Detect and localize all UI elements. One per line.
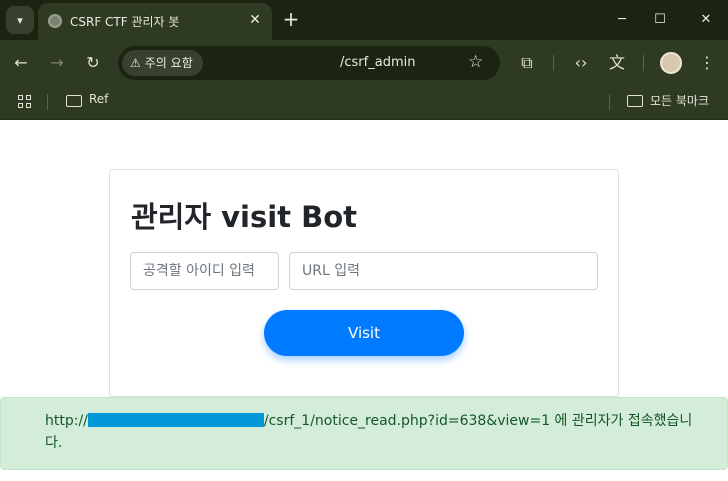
maximize-icon[interactable]: ☐ (648, 8, 672, 32)
more-menu-icon[interactable]: ⋮ (696, 52, 718, 74)
bookmark-all[interactable]: 모든 북마크 (650, 92, 709, 109)
security-chip[interactable]: ⚠ 주의 요함 (122, 50, 203, 76)
forward-arrow-icon[interactable]: → (46, 52, 68, 74)
translate-icon[interactable]: 文 (606, 52, 628, 74)
close-tab-icon[interactable]: ✕ (246, 11, 264, 29)
browser-tab[interactable]: CSRF CTF 관리자 봇 ✕ (38, 3, 272, 40)
admin-bot-card: 관리자 visit Bot 공격할 아이디 입력 URL 입력 Visit (109, 169, 619, 397)
page-title: 관리자 visit Bot (131, 200, 358, 234)
back-arrow-icon[interactable]: ← (10, 52, 32, 74)
globe-icon (48, 14, 62, 28)
bookmarks-divider (609, 94, 610, 110)
extensions-icon[interactable]: ⧉ (516, 52, 538, 74)
success-alert: http:///csrf_1/notice_read.php?id=638&vi… (0, 397, 728, 470)
bookmarks-bar: Ref 모든 북마크 (0, 86, 728, 120)
browser-toolbar: ← → ↻ ⚠ 주의 요함 /csrf_admin ☆ ⧉ ‹› 文 ⋮ (0, 40, 728, 86)
reload-icon[interactable]: ↻ (82, 52, 104, 74)
minimize-icon[interactable]: ─ (610, 8, 634, 32)
apps-grid-icon[interactable] (18, 95, 32, 109)
url-input[interactable]: URL 입력 (289, 252, 598, 290)
redacted-host (87, 413, 264, 427)
star-icon[interactable]: ☆ (468, 52, 483, 72)
toolbar-divider (553, 55, 554, 71)
tab-strip: ▾ CSRF CTF 관리자 봇 ✕ + ─ ☐ ✕ (0, 0, 728, 40)
visit-button[interactable]: Visit (264, 310, 464, 356)
toolbar-divider (643, 55, 644, 71)
target-id-input[interactable]: 공격할 아이디 입력 (130, 252, 279, 290)
address-bar[interactable]: ⚠ 주의 요함 /csrf_admin ☆ (118, 46, 500, 80)
new-tab-button[interactable]: + (280, 8, 302, 30)
url-text[interactable]: /csrf_admin (340, 55, 415, 70)
tab-title: CSRF CTF 관리자 봇 (70, 15, 180, 29)
bookmarks-divider (47, 94, 48, 110)
folder-icon (627, 95, 643, 107)
alert-url-prefix: http:// (45, 413, 88, 429)
warning-icon: ⚠ (130, 56, 141, 70)
window-close-icon[interactable]: ✕ (694, 8, 718, 32)
bookmark-ref[interactable]: Ref (89, 92, 108, 106)
tab-search-button[interactable]: ▾ (6, 6, 34, 34)
profile-avatar[interactable] (660, 52, 682, 74)
chevron-down-icon: ▾ (17, 13, 23, 27)
code-icon[interactable]: ‹› (570, 52, 592, 74)
security-chip-label: 주의 요함 (144, 56, 193, 70)
folder-icon (66, 95, 82, 107)
